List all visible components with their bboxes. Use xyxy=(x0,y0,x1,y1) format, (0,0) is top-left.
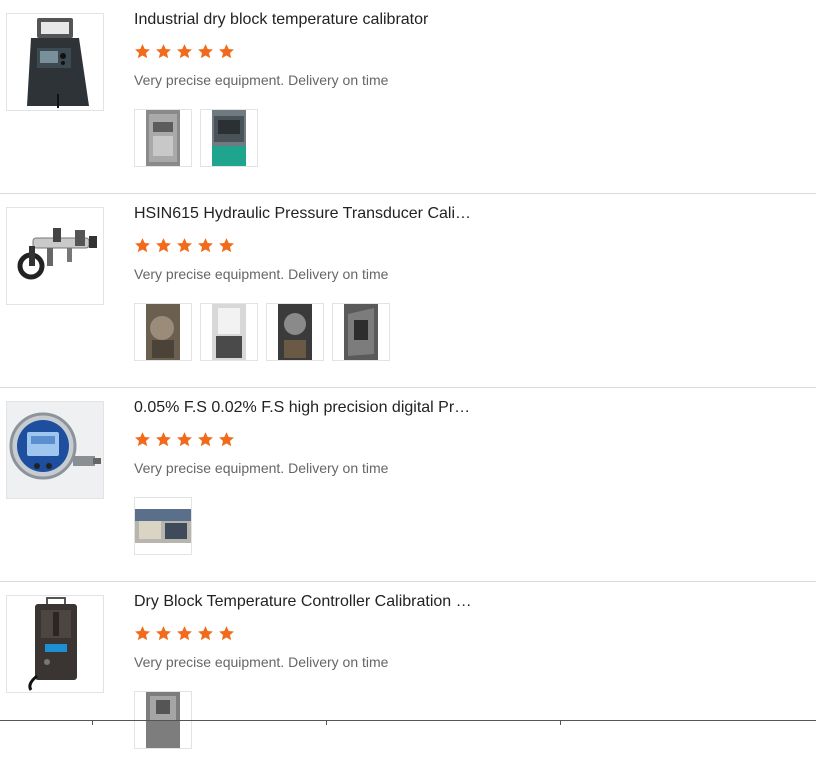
star-icon xyxy=(198,626,213,641)
review-photo[interactable] xyxy=(134,497,192,555)
product-title[interactable]: Industrial dry block temperature calibra… xyxy=(134,11,474,29)
review-item: HSIN615 Hydraulic Pressure Transducer Ca… xyxy=(0,194,816,388)
star-icon xyxy=(219,626,234,641)
star-icon xyxy=(156,238,171,253)
review-comment: Very precise equipment. Delivery on time xyxy=(134,654,389,670)
product-thumbnail-dry-block-calibrator[interactable] xyxy=(6,13,104,111)
review-photo[interactable] xyxy=(200,303,258,361)
review-photo[interactable] xyxy=(134,303,192,361)
star-rating xyxy=(134,237,235,255)
product-title[interactable]: 0.05% F.S 0.02% F.S high precision digit… xyxy=(134,399,474,417)
star-icon xyxy=(135,238,150,253)
star-icon xyxy=(219,44,234,59)
star-icon xyxy=(177,238,192,253)
review-comment: Very precise equipment. Delivery on time xyxy=(134,266,389,282)
product-thumbnail-hydraulic-calibrator[interactable] xyxy=(6,207,104,305)
product-title[interactable]: HSIN615 Hydraulic Pressure Transducer Ca… xyxy=(134,205,474,223)
star-icon xyxy=(156,626,171,641)
star-icon xyxy=(177,626,192,641)
bottom-rule xyxy=(0,720,816,725)
review-photo[interactable] xyxy=(134,109,192,167)
product-thumbnail-digital-pressure-gauge[interactable] xyxy=(6,401,104,499)
star-icon xyxy=(135,432,150,447)
star-icon xyxy=(156,44,171,59)
review-comment: Very precise equipment. Delivery on time xyxy=(134,72,389,88)
product-title[interactable]: Dry Block Temperature Controller Calibra… xyxy=(134,593,474,611)
review-photo[interactable] xyxy=(200,109,258,167)
review-comment: Very precise equipment. Delivery on time xyxy=(134,460,389,476)
review-photo[interactable] xyxy=(266,303,324,361)
star-icon xyxy=(198,238,213,253)
review-item: Industrial dry block temperature calibra… xyxy=(0,0,816,194)
star-icon xyxy=(135,626,150,641)
review-photos xyxy=(134,109,258,167)
tick-mark xyxy=(92,721,93,725)
star-icon xyxy=(135,44,150,59)
tick-mark xyxy=(326,721,327,725)
review-item: Dry Block Temperature Controller Calibra… xyxy=(0,582,816,776)
review-list: Industrial dry block temperature calibra… xyxy=(0,0,816,776)
star-rating xyxy=(134,431,235,449)
review-photo[interactable] xyxy=(332,303,390,361)
product-thumbnail-dry-block-controller[interactable] xyxy=(6,595,104,693)
review-photos xyxy=(134,303,390,361)
star-icon xyxy=(156,432,171,447)
review-photos xyxy=(134,497,192,555)
star-icon xyxy=(198,432,213,447)
star-icon xyxy=(177,432,192,447)
review-item: 0.05% F.S 0.02% F.S high precision digit… xyxy=(0,388,816,582)
star-icon xyxy=(219,432,234,447)
star-icon xyxy=(198,44,213,59)
star-icon xyxy=(177,44,192,59)
star-rating xyxy=(134,43,235,61)
star-rating xyxy=(134,625,235,643)
star-icon xyxy=(219,238,234,253)
tick-mark xyxy=(560,721,561,725)
